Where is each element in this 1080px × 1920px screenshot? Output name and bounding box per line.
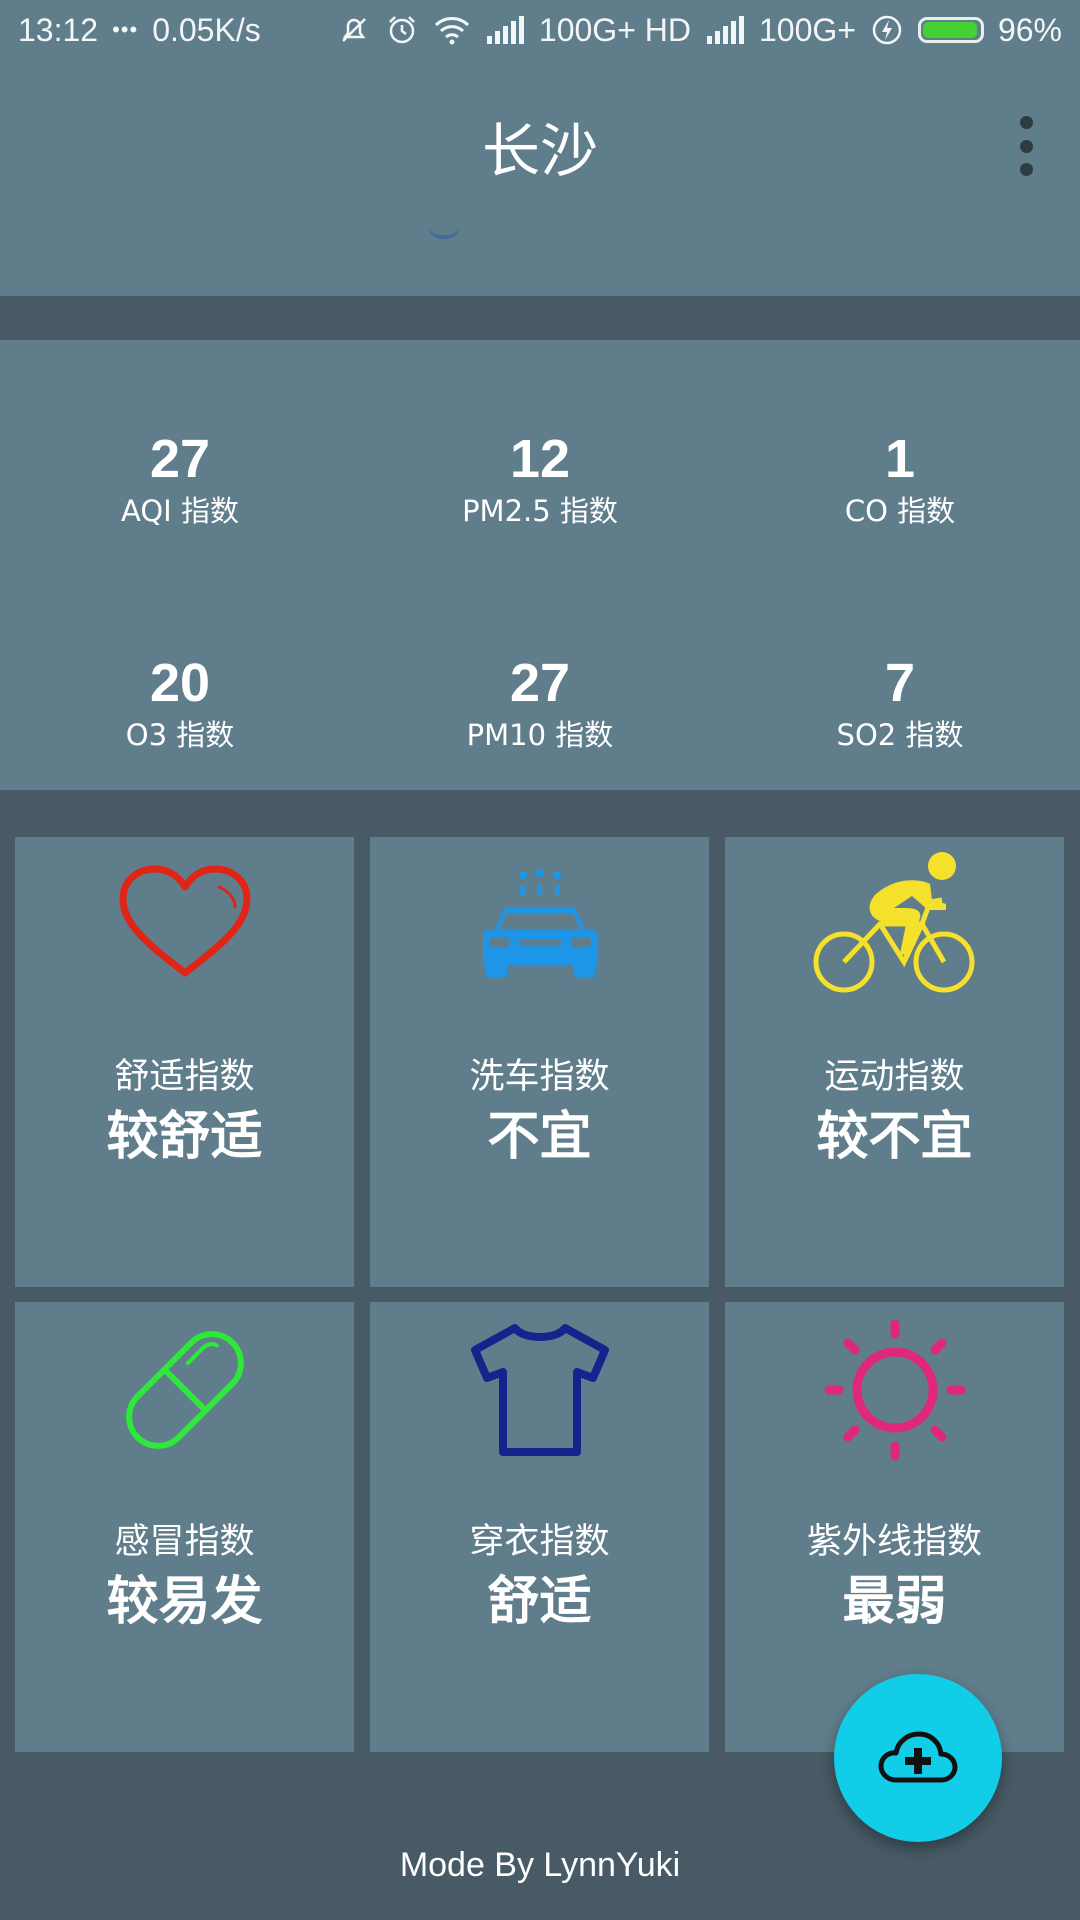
- o3-label: O3 指数: [125, 718, 235, 752]
- aqi-item: 27 AQI 指数: [0, 428, 360, 530]
- o3-value: 20: [149, 653, 211, 713]
- car-wash-icon: [370, 855, 709, 995]
- battery-percent: 96%: [997, 11, 1062, 48]
- dressing-index-tile[interactable]: 穿衣指数 舒适: [370, 1302, 709, 1752]
- pm10-item: 27 PM10 指数: [360, 652, 720, 754]
- car-wash-index-tile[interactable]: 洗车指数 不宜: [370, 837, 709, 1287]
- tile-value: 最弱: [842, 1572, 947, 1632]
- co-item: 1 CO 指数: [720, 428, 1080, 530]
- heart-icon: [15, 855, 354, 995]
- battery-icon: [917, 17, 984, 43]
- more-vert-icon[interactable]: [1006, 116, 1046, 176]
- co-label: CO 指数: [844, 494, 956, 528]
- so2-value: 7: [884, 653, 916, 713]
- cloud-add-icon: [878, 1728, 958, 1788]
- sim2-network: 100G+: [758, 11, 856, 48]
- tile-title: 洗车指数: [469, 1057, 610, 1097]
- tile-value: 较易发: [106, 1572, 263, 1632]
- tile-title: 运动指数: [824, 1057, 965, 1097]
- app-bar: 长沙: [0, 60, 1080, 296]
- status-time: 13:12: [18, 11, 99, 48]
- tshirt-icon: [370, 1320, 709, 1460]
- pill-icon: [15, 1320, 354, 1460]
- cyclist-icon: [725, 852, 1064, 995]
- pm25-label: PM2.5 指数: [462, 494, 618, 528]
- refresh-indicator: [428, 225, 460, 239]
- status-bar-left: 13:12 ••• 0.05K/s: [18, 12, 261, 49]
- tile-title: 穿衣指数: [469, 1522, 610, 1562]
- tile-title: 紫外线指数: [806, 1522, 982, 1562]
- cold-index-tile[interactable]: 感冒指数 较易发: [15, 1302, 354, 1752]
- pm25-value: 12: [509, 429, 571, 489]
- menu-dot: [1019, 116, 1033, 129]
- status-bar: 13:12 ••• 0.05K/s 100G+ HD 100G+ 96%: [0, 0, 1080, 60]
- pm25-item: 12 PM2.5 指数: [360, 428, 720, 530]
- so2-item: 7 SO2 指数: [720, 652, 1080, 754]
- wifi-icon: [433, 14, 471, 46]
- tile-title: 感冒指数: [114, 1522, 255, 1562]
- battery-level: [922, 22, 977, 38]
- tile-value: 较舒适: [106, 1107, 263, 1167]
- footer-credit: Mode By LynnYuki: [399, 1846, 681, 1884]
- network-speed: 0.05K/s: [152, 11, 261, 48]
- pm10-label: PM10 指数: [466, 718, 614, 752]
- pm10-value: 27: [509, 653, 571, 713]
- sun-icon: [725, 1319, 1064, 1461]
- tile-value: 较不宜: [816, 1107, 973, 1167]
- charging-icon: [870, 13, 904, 47]
- signal-icon: [485, 16, 525, 44]
- aqi-label: AQI 指数: [121, 494, 239, 528]
- sim1-network: 100G+ HD: [538, 11, 691, 48]
- mute-icon: [337, 13, 371, 47]
- o3-item: 20 O3 指数: [0, 652, 360, 754]
- city-title: 长沙: [481, 117, 598, 185]
- add-city-button[interactable]: [834, 1674, 1002, 1842]
- so2-label: SO2 指数: [836, 718, 964, 752]
- sport-index-tile[interactable]: 运动指数 较不宜: [725, 837, 1064, 1287]
- comfort-index-tile[interactable]: 舒适指数 较舒适: [15, 837, 354, 1287]
- alarm-icon: [385, 13, 419, 47]
- menu-dot: [1019, 163, 1033, 176]
- air-quality-card: 27 AQI 指数 12 PM2.5 指数 1 CO 指数 20 O3 指数 2…: [0, 340, 1080, 790]
- menu-dot: [1019, 139, 1033, 153]
- tile-value: 舒适: [487, 1572, 592, 1632]
- status-bar-right: 100G+ HD 100G+ 96%: [337, 12, 1062, 49]
- co-value: 1: [884, 429, 916, 489]
- tile-title: 舒适指数: [114, 1057, 255, 1097]
- signal-icon: [705, 16, 745, 44]
- status-more-dots: •••: [112, 17, 139, 42]
- aqi-value: 27: [149, 429, 211, 489]
- tile-value: 不宜: [487, 1107, 592, 1167]
